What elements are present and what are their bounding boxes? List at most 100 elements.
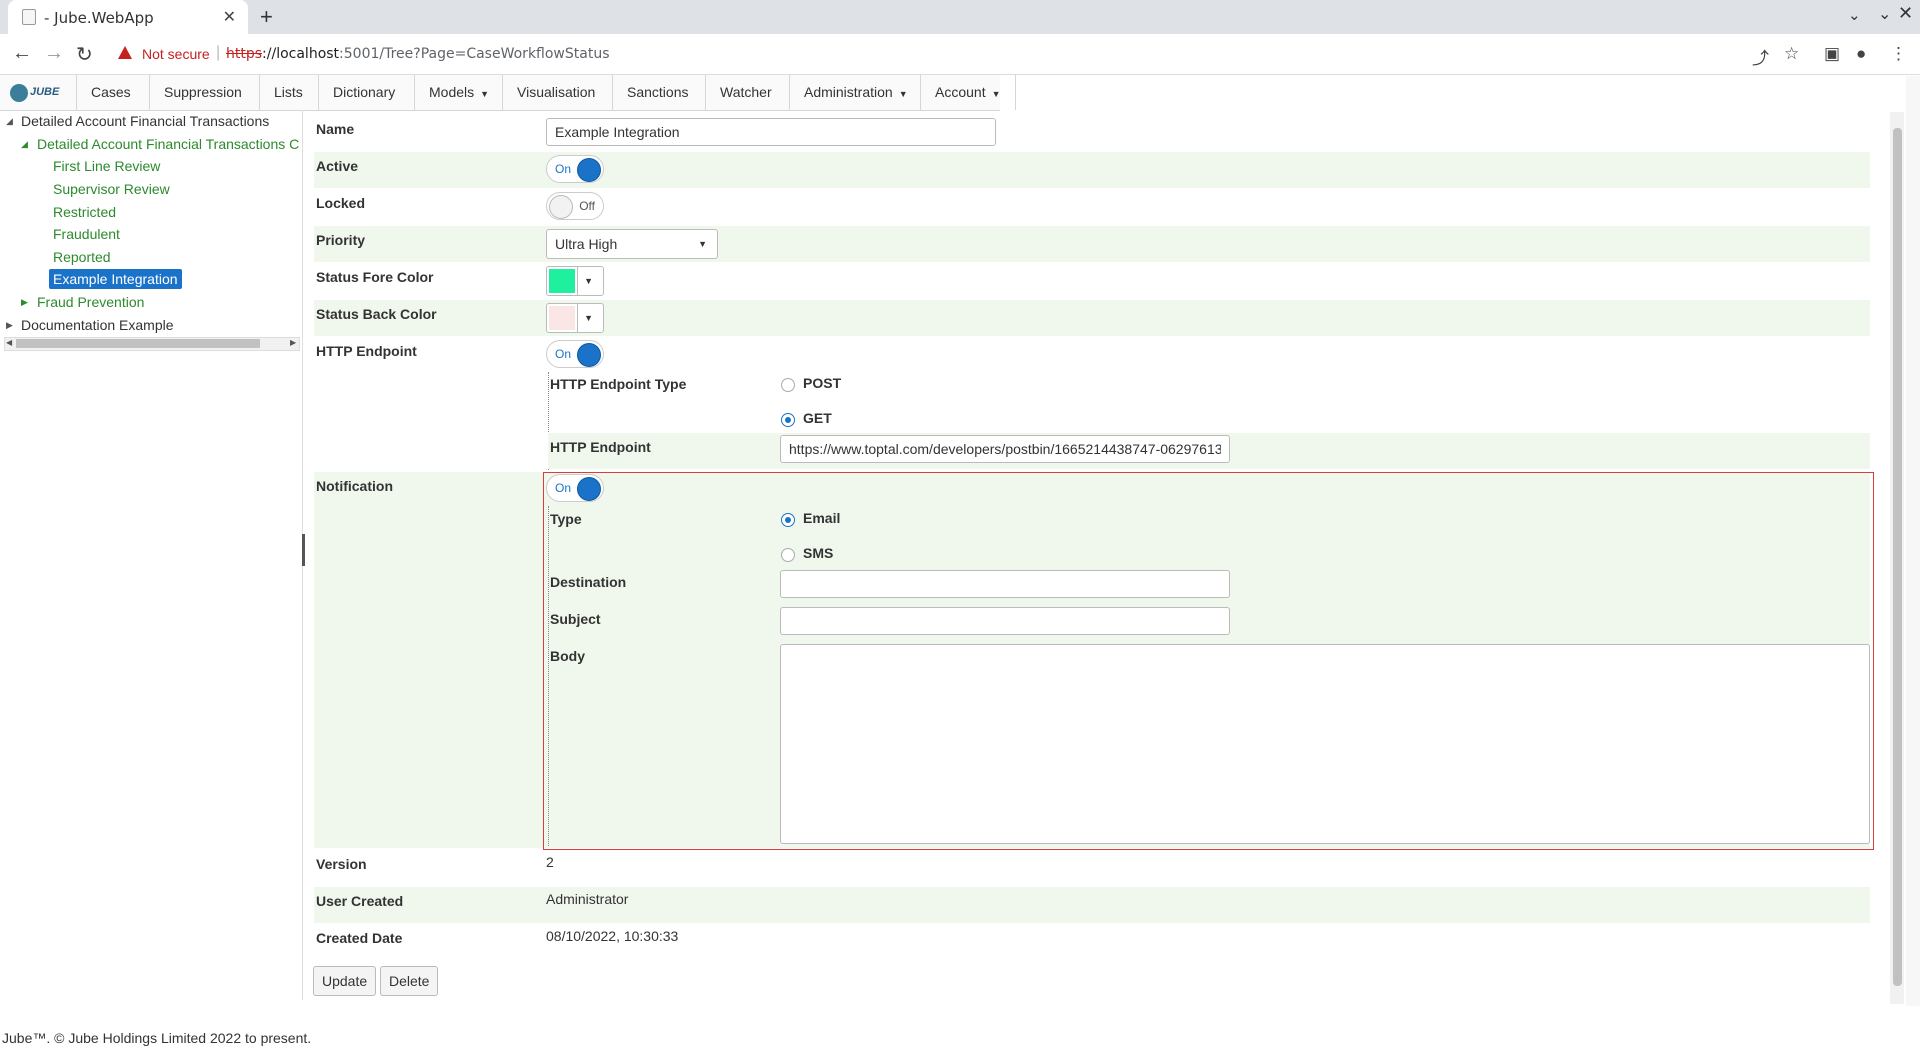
tree-node-child[interactable]: Fraud Prevention [37, 294, 144, 310]
get-label: GET [803, 410, 832, 426]
tree-node-child[interactable]: Detailed Account Financial Transactions … [37, 136, 301, 152]
reload-icon[interactable]: ↻ [76, 42, 93, 67]
tree-collapse-icon[interactable]: ◢ [6, 116, 13, 127]
warning-icon [118, 46, 132, 59]
tree-leaf[interactable]: First Line Review [53, 158, 160, 174]
window-close-icon[interactable]: ✕ [1898, 3, 1913, 24]
browser-tab[interactable]: - Jube.WebApp ✕ [8, 0, 248, 34]
tree-node-root[interactable]: Detailed Account Financial Transactions [21, 113, 269, 129]
row-user-created: User Created Administrator [314, 887, 1870, 923]
nav-administration[interactable]: Administration ▼ [789, 75, 922, 110]
jube-logo[interactable]: JUBE [10, 82, 60, 102]
profile-avatar-icon[interactable]: ● [1856, 44, 1866, 64]
page-vertical-scrollbar[interactable] [1906, 76, 1920, 1006]
update-button[interactable]: Update [313, 966, 377, 996]
nav-lists-label: Lists [274, 84, 303, 100]
active-toggle[interactable]: On [546, 155, 604, 183]
nav-dictionary-label: Dictionary [333, 84, 396, 100]
http-endpoint-label: HTTP Endpoint [316, 343, 417, 359]
tree-expand-icon[interactable]: ▶ [6, 320, 13, 331]
tree-leaf-selected[interactable]: Example Integration [49, 269, 182, 289]
nav-watcher-label: Watcher [720, 84, 772, 100]
user-created-value: Administrator [546, 891, 629, 907]
back-color-swatch [549, 306, 575, 330]
url-separator: | [216, 44, 221, 61]
nav-cases-label: Cases [91, 84, 131, 100]
nav-sanctions[interactable]: Sanctions [612, 75, 702, 110]
tree-leaf[interactable]: Supervisor Review [53, 181, 170, 197]
row-created-date: Created Date 08/10/2022, 10:30:33 [314, 924, 1870, 960]
active-label: Active [316, 158, 359, 174]
nav-suppression[interactable]: Suppression [149, 75, 256, 110]
panel-splitter[interactable] [302, 534, 305, 566]
share-icon[interactable]: ⤴ [1752, 44, 1769, 69]
fore-color-label: Status Fore Color [316, 269, 434, 285]
nav-account[interactable]: Account ▼ [920, 75, 1016, 110]
name-input[interactable] [546, 118, 996, 146]
logo-text: JUBE [30, 86, 60, 98]
fore-color-swatch [549, 269, 575, 293]
nav-lists[interactable]: Lists [259, 75, 317, 110]
locked-toggle-text: Off [579, 199, 595, 213]
tab-title: - Jube.WebApp [44, 9, 154, 27]
divider [577, 267, 578, 295]
tree-collapse-icon[interactable]: ◢ [21, 139, 28, 150]
url-path: :5001/Tree?Page=CaseWorkflowStatus [339, 46, 610, 62]
url-scheme: https [226, 46, 263, 62]
footer-text: Jube™. © Jube Holdings Limited 2022 to p… [2, 1030, 312, 1046]
window-minimize-icon[interactable]: ⌄ [1878, 4, 1891, 24]
tab-close-icon[interactable]: ✕ [223, 7, 236, 27]
locked-label: Locked [316, 195, 366, 211]
nav-sanctions-label: Sanctions [627, 84, 689, 100]
nav-account-label: Account [935, 84, 986, 100]
version-label: Version [316, 856, 367, 872]
fore-color-picker[interactable]: ▼ [546, 266, 604, 296]
priority-select[interactable]: Ultra High ▼ [546, 229, 718, 259]
scroll-right-icon[interactable]: ▶ [290, 338, 296, 347]
tree-node-root[interactable]: Documentation Example [21, 317, 174, 333]
version-value: 2 [546, 854, 554, 870]
toggle-knob [577, 158, 601, 182]
tree-leaf[interactable]: Fraudulent [53, 226, 120, 242]
highlight-box [543, 472, 1874, 850]
chevron-down-icon: ▼ [698, 239, 707, 249]
browser-menu-icon[interactable]: ⋮ [1890, 44, 1907, 64]
back-arrow-icon[interactable]: ← [12, 42, 32, 65]
nav-dictionary[interactable]: Dictionary [318, 75, 409, 110]
row-version: Version 2 [314, 850, 1870, 886]
priority-value: Ultra High [555, 236, 618, 252]
toggle-knob [577, 343, 601, 367]
new-tab-button[interactable]: + [260, 4, 273, 30]
side-panel-icon[interactable]: ▣ [1824, 44, 1840, 64]
chevron-down-icon: ▼ [480, 89, 490, 99]
chevron-down-icon: ▼ [584, 276, 593, 286]
bookmark-star-icon[interactable]: ☆ [1784, 44, 1799, 64]
nav-models[interactable]: Models ▼ [414, 75, 503, 110]
delete-button[interactable]: Delete [380, 966, 439, 996]
tree-panel [0, 110, 303, 1000]
form-scroll-thumb[interactable] [1893, 128, 1902, 986]
nav-cases[interactable]: Cases [76, 75, 145, 110]
forward-arrow-icon[interactable]: → [44, 42, 64, 65]
tree-leaf[interactable]: Reported [53, 249, 111, 265]
radio-post[interactable] [781, 378, 795, 392]
tree-scroll-thumb[interactable] [16, 339, 260, 348]
scroll-left-icon[interactable]: ◀ [6, 338, 12, 347]
tree-expand-icon[interactable]: ▶ [21, 297, 28, 308]
nav-watcher[interactable]: Watcher [705, 75, 786, 110]
locked-toggle[interactable]: Off [546, 192, 604, 220]
http-endpoint-toggle[interactable]: On [546, 340, 604, 368]
active-toggle-text: On [555, 162, 572, 176]
radio-get[interactable] [781, 413, 795, 427]
tab-search-chevron-icon[interactable]: ⌄ [1848, 6, 1861, 24]
http-endpoint-input[interactable] [780, 435, 1230, 463]
security-label[interactable]: Not secure [142, 46, 210, 62]
nav-visualisation[interactable]: Visualisation [502, 75, 609, 110]
address-bar[interactable]: https://localhost:5001/Tree?Page=CaseWor… [226, 46, 610, 62]
divider [577, 304, 578, 332]
http-toggle-text: On [555, 347, 572, 361]
name-label: Name [316, 121, 355, 137]
tree-leaf[interactable]: Restricted [53, 204, 116, 220]
chevron-down-icon: ▼ [991, 89, 1001, 99]
back-color-picker[interactable]: ▼ [546, 303, 604, 333]
